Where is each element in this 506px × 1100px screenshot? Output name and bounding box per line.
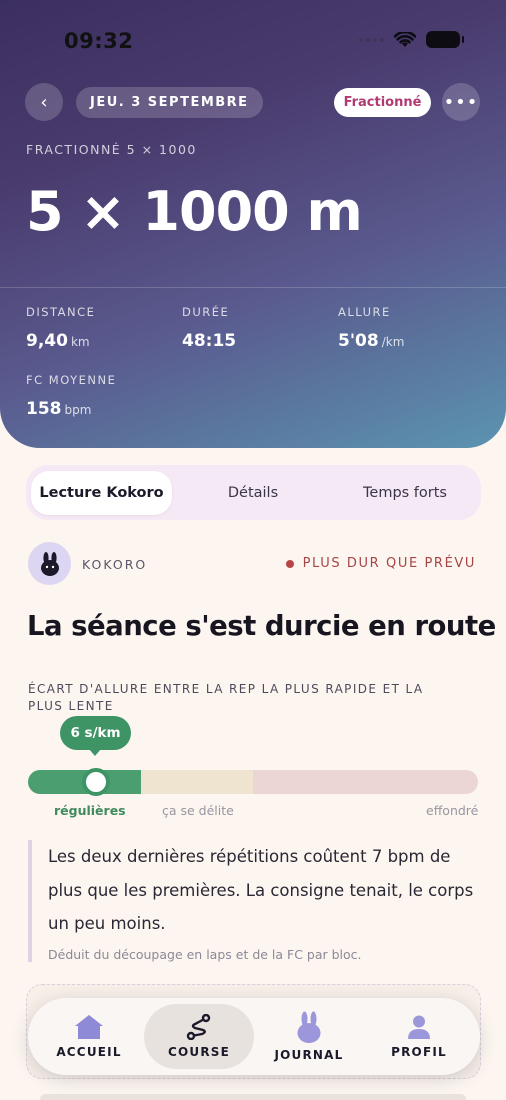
scale-marker xyxy=(81,768,110,796)
status-time: 09:32 xyxy=(64,29,134,53)
stat-value: 158 xyxy=(26,399,62,419)
nav-course[interactable]: COURSE xyxy=(144,1004,254,1069)
next-section-edge xyxy=(40,1094,466,1100)
scale-segment-mid xyxy=(141,770,253,794)
more-button[interactable]: ••• xyxy=(442,83,480,121)
stat-label: ALLURE xyxy=(338,305,391,319)
insight-note: Déduit du découpage en laps et de la FC … xyxy=(48,946,362,962)
person-icon xyxy=(406,1014,432,1040)
back-button[interactable]: ‹ xyxy=(25,83,63,121)
scale-label-mid: ça se délite xyxy=(162,803,234,818)
insight-headline: La séance s'est durcie en route xyxy=(27,610,496,642)
stat-value: 48:15 xyxy=(182,331,237,351)
verdict-badge: PLUS DUR QUE PRÉVU xyxy=(285,556,476,571)
stat-label: DISTANCE xyxy=(26,305,96,319)
cellular-icon xyxy=(359,37,384,42)
stat-unit: km xyxy=(70,335,90,349)
stat-unit: bpm xyxy=(64,403,92,417)
home-icon xyxy=(74,1014,104,1040)
nav-journal[interactable]: JOURNAL xyxy=(254,1004,364,1069)
stat-value: 9,40 xyxy=(26,331,68,351)
more-horizontal-icon: ••• xyxy=(443,91,479,113)
session-subtitle: FRACTIONNÉ 5 × 1000 xyxy=(26,142,197,157)
tab-lecture-kokoro[interactable]: Lecture Kokoro xyxy=(31,470,172,515)
tab-temps-forts[interactable]: Temps forts xyxy=(334,471,476,515)
stat-pace: ALLURE 5'08/km xyxy=(338,305,404,351)
stat-duration: DURÉE 48:15 xyxy=(182,305,236,351)
bottom-nav: ACCUEIL COURSE JOURNAL PROFIL xyxy=(28,998,480,1075)
header-divider xyxy=(0,287,506,288)
session-title: 5 × 1000 m xyxy=(26,180,363,243)
status-icons xyxy=(359,31,464,48)
nav-profil[interactable]: PROFIL xyxy=(364,1004,474,1069)
wifi-icon xyxy=(394,31,416,47)
bunny-icon xyxy=(296,1011,322,1043)
verdict-text: PLUS DUR QUE PRÉVU xyxy=(302,556,476,571)
nav-accueil[interactable]: ACCUEIL xyxy=(34,1004,144,1069)
scale-label-bad: effondré xyxy=(426,803,479,818)
status-dot xyxy=(285,559,294,568)
stat-heart-rate: FC MOYENNE 158 bpm xyxy=(26,373,116,419)
kokoro-avatar xyxy=(28,542,71,585)
scale-label-good: régulières xyxy=(54,803,126,818)
route-icon xyxy=(185,1014,213,1040)
tab-details[interactable]: Détails xyxy=(172,471,334,515)
kokoro-name: KOKORO xyxy=(82,557,148,572)
metric-label: ÉCART D'ALLURE ENTRE LA REP LA PLUS RAPI… xyxy=(28,682,424,713)
nav-label: ACCUEIL xyxy=(56,1045,122,1059)
stat-value: 5'08 xyxy=(338,331,379,351)
nav-label: JOURNAL xyxy=(274,1048,344,1062)
nav-label: PROFIL xyxy=(391,1045,447,1059)
stat-label: FC MOYENNE xyxy=(26,373,117,387)
stat-label: DURÉE xyxy=(182,305,230,319)
nav-label: COURSE xyxy=(167,1045,231,1059)
bunny-icon xyxy=(40,551,59,576)
stat-unit: /km xyxy=(381,335,405,349)
insight-text: Les deux dernières répétitions coûtent 7… xyxy=(48,847,474,933)
scale-segment-bad xyxy=(253,770,478,794)
chevron-left-icon: ‹ xyxy=(40,91,48,113)
battery-icon xyxy=(426,31,464,48)
session-type-badge: Fractionné xyxy=(334,88,431,117)
insight-quote: Les deux dernières répétitions coûtent 7… xyxy=(28,840,478,962)
metric-value-bubble: 6 s/km xyxy=(60,716,131,756)
stat-distance: DISTANCE 9,40 km xyxy=(26,305,95,351)
date-pill[interactable]: JEU. 3 SEPTEMBRE xyxy=(76,87,263,118)
tab-bar: Lecture Kokoro Détails Temps forts xyxy=(26,465,481,520)
